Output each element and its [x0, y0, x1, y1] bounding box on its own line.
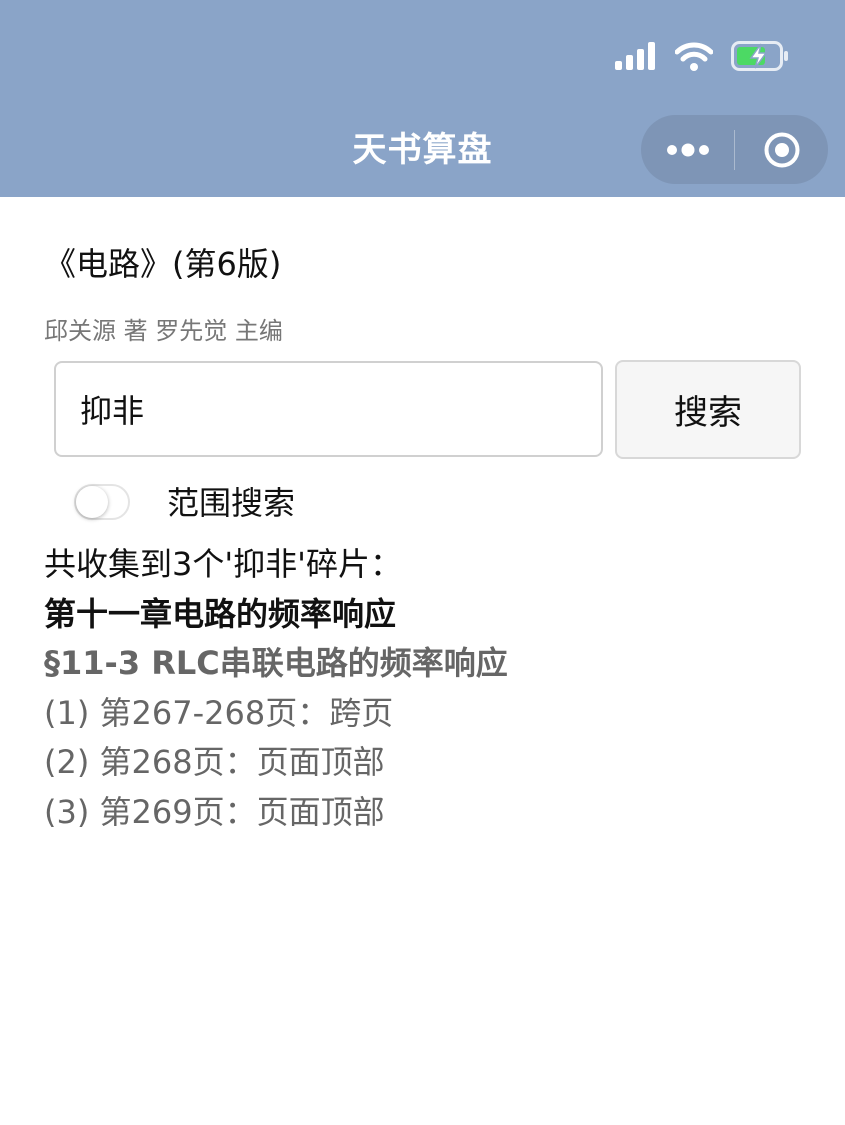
- more-button[interactable]: [641, 115, 734, 184]
- range-search-toggle[interactable]: [74, 484, 130, 520]
- more-dots-icon: [666, 143, 710, 157]
- results-summary: 共收集到3个'抑非'碎片：: [44, 545, 402, 583]
- toggle-knob: [76, 486, 108, 518]
- search-input[interactable]: [54, 361, 603, 457]
- range-search-label: 范围搜索: [167, 484, 296, 522]
- status-bar: [615, 38, 789, 74]
- search-button[interactable]: 搜索: [615, 360, 801, 459]
- book-title: 《电路》(第6版): [44, 245, 282, 283]
- close-button[interactable]: [735, 115, 828, 184]
- section-heading: §11-3 RLC串联电路的频率响应: [44, 644, 508, 683]
- result-item[interactable]: (1) 第267-268页：跨页: [44, 689, 824, 739]
- chapter-heading: 第十一章电路的频率响应: [44, 594, 397, 633]
- results-list: 共收集到3个'抑非'碎片： 第十一章电路的频率响应 §11-3 RLC串联电路的…: [44, 540, 824, 838]
- app-root: 天书算盘 《电路》(第6版) 邱关源 著 罗先觉 主编 抑非 搜索 范围搜索 共…: [0, 0, 845, 1125]
- header-bar: 天书算盘: [0, 0, 845, 197]
- battery-charging-icon: [731, 41, 789, 71]
- result-item[interactable]: (3) 第269页：页面顶部: [44, 788, 824, 838]
- signal-icon: [615, 42, 657, 70]
- wifi-icon: [674, 41, 714, 71]
- book-authors: 邱关源 著 罗先觉 主编: [44, 317, 283, 345]
- record-circle-icon: [763, 131, 801, 169]
- mini-program-capsule: [641, 115, 828, 184]
- result-item[interactable]: (2) 第268页：页面顶部: [44, 738, 824, 788]
